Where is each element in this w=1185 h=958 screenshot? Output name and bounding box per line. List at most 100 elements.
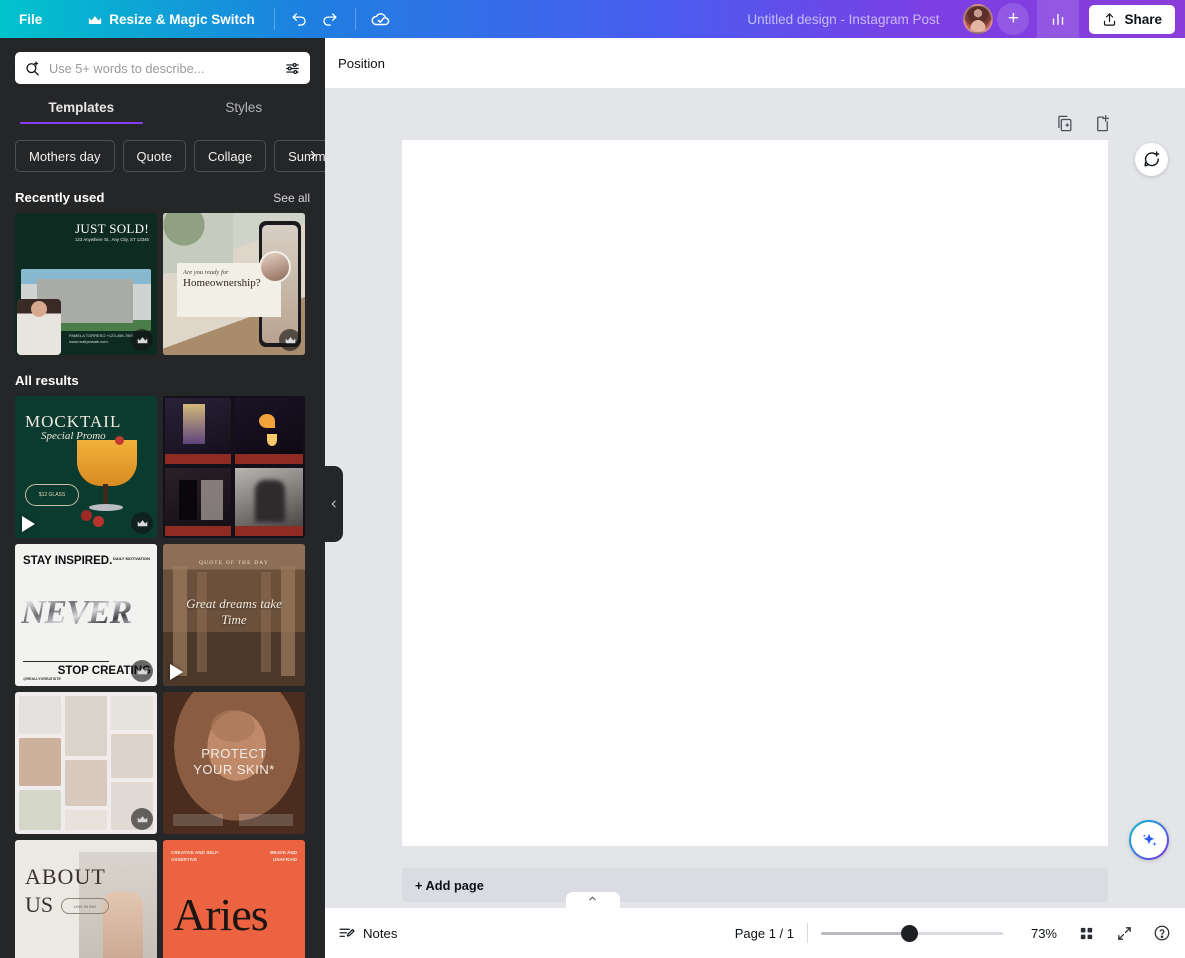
card-headline: Aries (173, 889, 269, 940)
cloud-saved-icon (371, 13, 390, 26)
page-counter: Page 1 / 1 (734, 925, 794, 941)
card-headline: ABOUT (25, 864, 106, 889)
card-badge: $12 GLASS (25, 484, 79, 506)
bottom-bar-right: Page 1 / 1 73% (735, 922, 1173, 944)
card-subline: Homeownership? (183, 277, 261, 289)
zoom-slider-knob[interactable] (901, 925, 919, 942)
template-card-photo-grid[interactable] (15, 692, 157, 834)
filter-sliders-icon (286, 62, 299, 74)
card-headline: MOCKTAIL (25, 412, 122, 431)
magic-sparkle-icon (1142, 833, 1157, 847)
search-input[interactable]: Use 5+ words to describe... (15, 52, 310, 84)
card-subline: NEVER (21, 594, 132, 631)
resize-label: Resize & Magic Switch (109, 11, 255, 27)
card-headline: STAY INSPIRED. (23, 555, 113, 567)
premium-crown-badge (131, 512, 153, 534)
card-tagline: DAILY MOTIVATION (112, 556, 150, 561)
chip-quote[interactable]: Quote (122, 140, 186, 172)
section-title: Recently used (15, 190, 105, 205)
section-header-recently-used: Recently used See all (15, 190, 310, 205)
collapse-pages-tab[interactable] (565, 892, 620, 908)
play-icon (170, 664, 183, 680)
card-headline-line1: PROTECT (201, 746, 267, 761)
canvas-area: + Add page (325, 88, 1185, 908)
top-bar: File Resize & Magic Switch Untitled desi… (0, 0, 1185, 38)
premium-crown-badge (131, 660, 153, 682)
file-menu-button[interactable]: File (10, 7, 51, 32)
template-card-about-us[interactable]: ABOUT US LINK IN BIO (15, 840, 157, 958)
add-page-bar[interactable]: + Add page (402, 868, 1108, 902)
add-page-icon (1097, 114, 1110, 132)
card-subline: 123 Anywhere St., Any City, ST 12345 (74, 237, 149, 242)
share-button[interactable]: Share (1089, 4, 1175, 34)
design-title[interactable]: Untitled design - Instagram Post (737, 7, 949, 32)
design-page-canvas[interactable] (402, 140, 1108, 846)
template-card-mocktail[interactable]: MOCKTAIL Special Promo $12 GLASS (15, 396, 157, 538)
play-icon (22, 516, 35, 532)
card-subline: US (25, 892, 54, 917)
chip-mothers-day[interactable]: Mothers day (15, 140, 115, 172)
zoom-slider[interactable] (821, 924, 1003, 942)
premium-crown-badge (279, 329, 301, 351)
notes-pencil-icon (339, 928, 355, 937)
template-card-quote-of-the-day[interactable]: QUOTE OF THE DAY Great dreams take Time (163, 544, 305, 686)
category-chips: Mothers day Quote Collage Summ (15, 140, 325, 172)
crown-icon (137, 519, 147, 526)
share-label: Share (1124, 11, 1162, 27)
section-header-all-results: All results (15, 373, 310, 388)
tab-templates[interactable]: Templates (0, 100, 163, 124)
notes-label: Notes (363, 925, 398, 941)
template-card-film-collage[interactable] (163, 396, 305, 538)
help-question-icon (1154, 925, 1170, 941)
duplicate-page-button[interactable] (1055, 114, 1075, 134)
template-card-just-sold[interactable]: JUST SOLD! 123 Anywhere St., Any City, S… (15, 213, 157, 355)
template-card-protect-your-skin[interactable]: PROTECT YOUR SKIN* (163, 692, 305, 834)
all-results-grid: MOCKTAIL Special Promo $12 GLASS STAY IN… (0, 396, 325, 958)
card-tag-left: CREATIVE AND SELF-ASSERTIVE (171, 850, 220, 862)
resize-magic-switch-button[interactable]: Resize & Magic Switch (79, 7, 264, 32)
add-comment-button[interactable] (1135, 143, 1168, 176)
templates-side-panel: Use 5+ words to describe... Templates St… (0, 38, 325, 958)
card-headline-line2: YOUR SKIN* (193, 762, 275, 778)
magic-studio-button[interactable] (1129, 820, 1169, 860)
template-card-homeownership[interactable]: Are you ready for Homeownership? (163, 213, 305, 355)
template-card-stay-inspired[interactable]: STAY INSPIRED. DAILY MOTIVATION NEVER ST… (15, 544, 157, 686)
toolbar-divider-1 (273, 8, 275, 30)
redo-button[interactable] (315, 4, 345, 34)
zoom-slider-fill (821, 932, 907, 935)
expand-icon (1117, 926, 1131, 940)
cloud-saved-button[interactable] (366, 4, 396, 34)
undo-button[interactable] (285, 4, 315, 34)
search-wrap: Use 5+ words to describe... (15, 52, 310, 84)
collapse-panel-button[interactable] (325, 466, 343, 542)
tab-styles[interactable]: Styles (163, 100, 326, 124)
grid-view-icon (1080, 927, 1092, 939)
chip-collage[interactable]: Collage (193, 140, 267, 172)
insights-button[interactable] (1037, 0, 1080, 38)
duplicate-page-icon (1058, 115, 1072, 132)
see-all-link[interactable]: See all (273, 191, 310, 205)
position-button[interactable]: Position (338, 56, 385, 71)
card-headline: JUST SOLD! (75, 221, 149, 236)
undo-icon (292, 12, 307, 26)
crown-icon (137, 815, 147, 822)
card-headline: QUOTE OF THE DAY (199, 560, 269, 566)
add-page-button[interactable] (1093, 114, 1113, 134)
grid-view-button[interactable] (1075, 922, 1097, 944)
card-tag-right: BRAVE AND UNAFRAID (270, 850, 297, 862)
premium-crown-badge (131, 808, 153, 830)
crown-icon (137, 667, 147, 674)
bar-chart-icon (1053, 13, 1064, 25)
fullscreen-button[interactable] (1113, 922, 1135, 944)
zoom-level-label[interactable]: 73% (1017, 926, 1057, 941)
add-collaborator-button[interactable]: + (997, 3, 1030, 35)
help-button[interactable] (1151, 922, 1173, 944)
search-placeholder: Use 5+ words to describe... (49, 60, 205, 76)
chevron-up-icon (589, 896, 596, 901)
redo-icon (323, 12, 337, 26)
template-card-aries[interactable]: CREATIVE AND SELF-ASSERTIVE BRAVE AND UN… (163, 840, 305, 958)
chevron-right-icon[interactable] (307, 149, 319, 164)
notes-button[interactable]: Notes (338, 925, 397, 942)
avatar[interactable] (963, 4, 994, 34)
design-toolbar: Position (325, 38, 1185, 88)
